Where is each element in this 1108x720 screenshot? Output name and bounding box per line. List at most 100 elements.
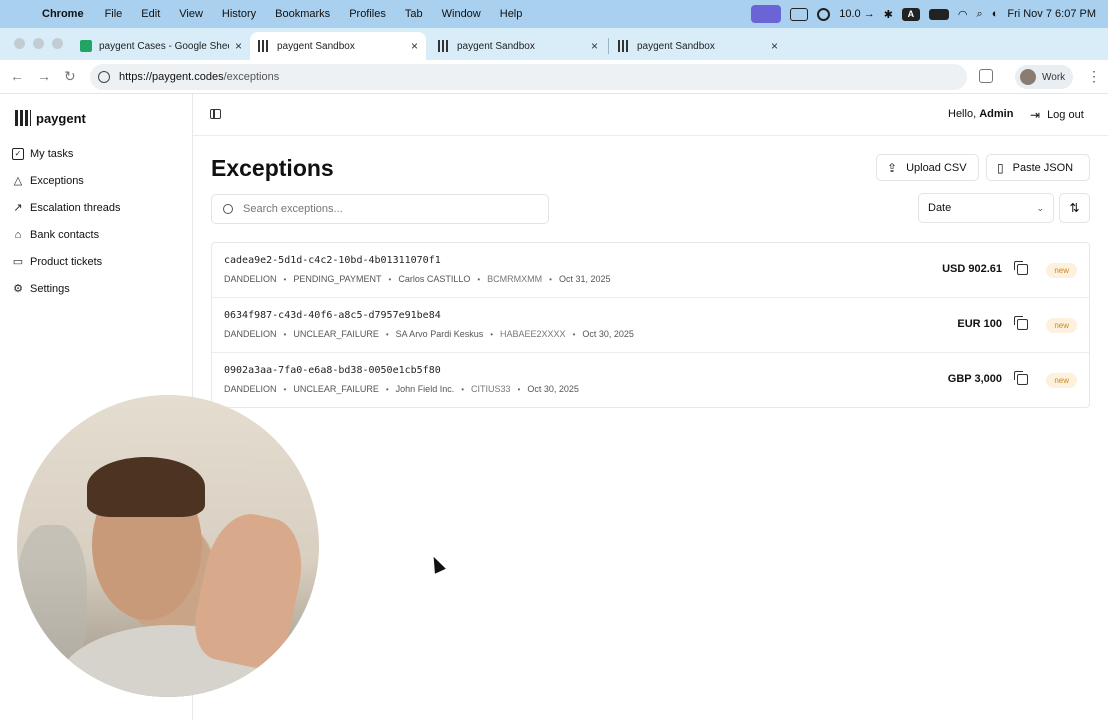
sidebar-item-exceptions[interactable]: △ Exceptions — [12, 175, 84, 187]
upload-csv-button[interactable]: ⇪ Upload CSV — [876, 154, 979, 181]
paygent-icon — [438, 40, 450, 52]
spotlight-search-icon[interactable]: ⌕ — [977, 8, 983, 21]
document-icon: ▯ — [997, 160, 1004, 175]
close-tab-icon[interactable]: × — [591, 39, 598, 53]
user-name: Admin — [979, 108, 1014, 120]
macos-menubar: Chrome File Edit View History Bookmarks … — [0, 0, 1108, 28]
record-status-icon[interactable] — [817, 7, 831, 21]
browser-tabstrip: paygent Cases - Google Sheets × paygent … — [0, 28, 1108, 82]
amount: USD 902.61 — [942, 263, 1002, 275]
sort-field-select[interactable]: Date ⌄ — [918, 193, 1054, 223]
sidebar-item-label: Product tickets — [30, 256, 103, 268]
date: Oct 30, 2025 — [527, 384, 579, 394]
status: UNCLEAR_FAILURE — [293, 384, 379, 394]
sidebar-item-my-tasks[interactable]: ✓ My tasks — [12, 148, 73, 160]
sort-order-button[interactable]: ⇅ — [1059, 193, 1090, 223]
brand-name: paygent — [36, 110, 86, 126]
search-box — [211, 194, 549, 224]
greeting: Hello, Admin — [948, 108, 1014, 120]
sheets-icon — [80, 40, 92, 52]
avatar — [1020, 69, 1036, 85]
list-item[interactable]: cadea9e2-5d1d-c4c2-10bd-4b01311070f1 DAN… — [212, 243, 1089, 298]
main-content: Hello, Admin ⇥ Log out Exceptions ⇪ Uplo… — [193, 94, 1108, 720]
menu-app-name[interactable]: Chrome — [42, 8, 84, 20]
tab-title: paygent Cases - Google Sheets — [99, 40, 229, 52]
search-input[interactable] — [243, 203, 523, 215]
menu-file[interactable]: File — [105, 8, 123, 20]
bank-icon: ⌂ — [14, 229, 22, 241]
sidebar-item-escalation-threads[interactable]: ↗ Escalation threads — [12, 202, 120, 214]
paste-json-button[interactable]: ▯ Paste JSON — [986, 154, 1090, 181]
list-item[interactable]: 0634f987-c43d-40f6-a8c5-d7957e91be84 DAN… — [212, 298, 1089, 353]
display-icon[interactable] — [790, 7, 809, 21]
logout-button[interactable]: ⇥ Log out — [1030, 108, 1084, 122]
bluetooth-icon[interactable]: ✱ — [884, 8, 893, 21]
source: DANDELION — [224, 274, 277, 284]
site-info-icon[interactable] — [98, 71, 110, 83]
tab-title: paygent Sandbox — [637, 40, 715, 52]
app-header: Hello, Admin ⇥ Log out — [193, 94, 1108, 136]
exception-id: cadea9e2-5d1d-c4c2-10bd-4b01311070f1 — [224, 255, 441, 266]
chevron-down-icon: ⌄ — [1036, 202, 1044, 213]
address-bar[interactable]: https://paygent.codes/exceptions — [90, 64, 967, 90]
browser-menu-icon[interactable]: ⋮ — [1087, 68, 1101, 85]
warning-icon: △ — [13, 175, 23, 187]
tab-paygent-2[interactable]: paygent Sandbox × — [430, 32, 606, 60]
brand[interactable]: paygent — [15, 110, 86, 126]
menubar-clock[interactable]: Fri Nov 7 6:07 PM — [1007, 8, 1096, 20]
webcam-overlay[interactable] — [17, 395, 319, 697]
minimize-window-icon[interactable] — [33, 38, 44, 49]
status: PENDING_PAYMENT — [293, 274, 382, 284]
menu-edit[interactable]: Edit — [141, 8, 160, 20]
exception-meta: DANDELION • UNCLEAR_FAILURE • John Field I… — [224, 384, 579, 394]
tab-paygent-active[interactable]: paygent Sandbox × — [250, 32, 426, 60]
toggle-sidebar-icon[interactable] — [210, 109, 221, 119]
copy-icon[interactable] — [1014, 261, 1028, 275]
button-label: Paste JSON — [1012, 161, 1074, 174]
exception-meta: DANDELION • UNCLEAR_FAILURE • SA Arvo Pard… — [224, 329, 634, 339]
menu-window[interactable]: Window — [442, 8, 481, 20]
sidebar-item-label: Settings — [30, 283, 70, 295]
close-window-icon[interactable] — [14, 38, 25, 49]
paygent-icon — [618, 40, 630, 52]
copy-icon[interactable] — [1014, 316, 1028, 330]
status-badge: new — [1046, 373, 1077, 388]
menu-profiles[interactable]: Profiles — [349, 8, 386, 20]
close-tab-icon[interactable]: × — [235, 39, 242, 53]
sidebar-item-bank-contacts[interactable]: ⌂ Bank contacts — [12, 229, 99, 241]
sidebar-item-product-tickets[interactable]: ▭ Product tickets — [12, 256, 102, 268]
sidebar-item-label: Bank contacts — [30, 229, 100, 241]
network-speed-text[interactable]: 10.0 → — [839, 8, 874, 20]
sidebar-item-label: My tasks — [30, 148, 74, 160]
amount: GBP 3,000 — [947, 373, 1002, 385]
zoom-window-icon[interactable] — [52, 38, 63, 49]
close-tab-icon[interactable]: × — [771, 39, 778, 53]
menu-history[interactable]: History — [222, 8, 256, 20]
battery-icon[interactable] — [928, 8, 949, 20]
tab-paygent-3[interactable]: paygent Sandbox × — [610, 32, 786, 60]
tab-google-sheets[interactable]: paygent Cases - Google Sheets × — [72, 32, 250, 60]
select-value: Date — [928, 202, 952, 214]
bic: HABAEE2XXXX — [500, 329, 566, 339]
menu-bookmarks[interactable]: Bookmarks — [275, 8, 330, 20]
wifi-icon[interactable]: ◠ — [958, 8, 968, 21]
menu-help[interactable]: Help — [500, 8, 523, 20]
source: DANDELION — [224, 329, 277, 339]
close-tab-icon[interactable]: × — [411, 39, 418, 53]
reload-icon[interactable]: ↻ — [64, 68, 76, 85]
extensions-icon[interactable] — [979, 69, 993, 83]
keyboard-input-icon[interactable]: A — [901, 7, 920, 21]
copy-icon[interactable] — [1014, 371, 1028, 385]
menu-view[interactable]: View — [179, 8, 203, 20]
paygent-icon — [258, 40, 270, 52]
profile-button[interactable]: Work — [1015, 65, 1073, 89]
button-label: Upload CSV — [906, 161, 967, 174]
back-arrow-icon[interactable]: ← — [10, 68, 24, 84]
control-center-icon[interactable]: ◐ — [992, 8, 999, 20]
date: Oct 30, 2025 — [582, 329, 634, 339]
screen-record-icon[interactable] — [751, 5, 782, 23]
sidebar-item-settings[interactable]: ⚙ Settings — [12, 283, 70, 295]
list-item[interactable]: 0902a3aa-7fa0-e6a8-bd38-0050e1cb5f80 DAN… — [212, 353, 1089, 407]
forward-arrow-icon[interactable]: → — [37, 68, 51, 84]
menu-tab[interactable]: Tab — [405, 8, 423, 20]
